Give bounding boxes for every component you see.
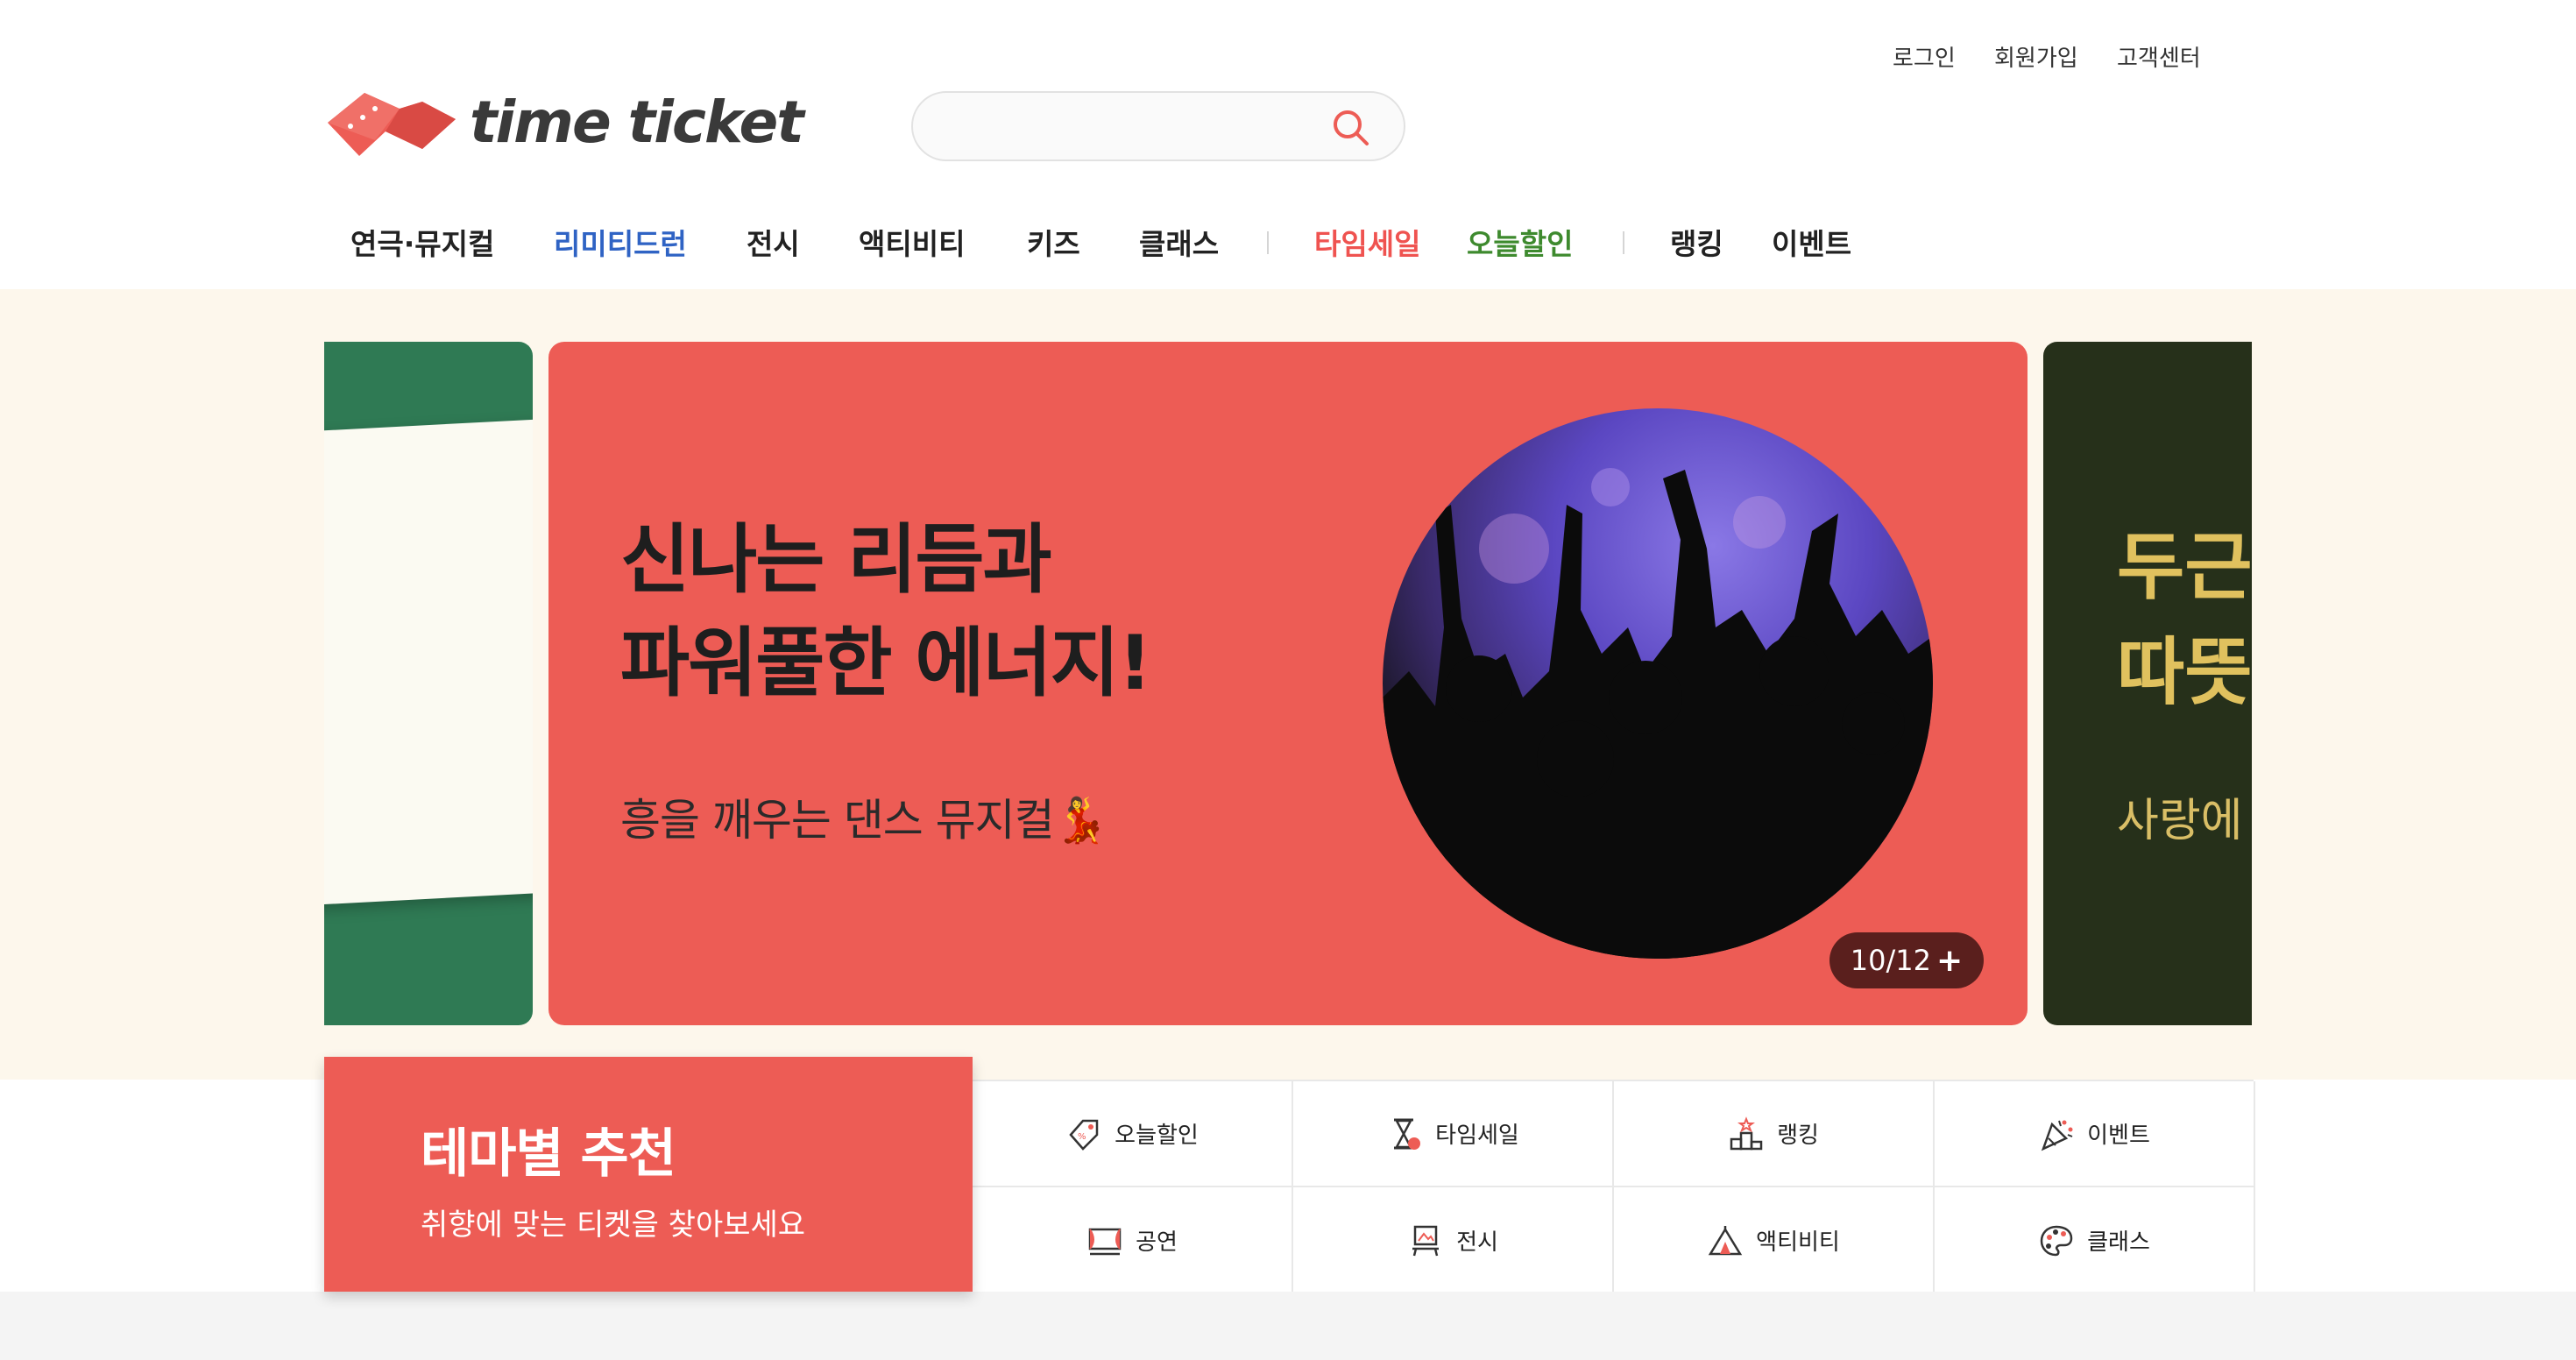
ticket-logo-icon: [328, 93, 456, 156]
search-input[interactable]: [939, 105, 1307, 147]
next-slide-text-3: 사랑에: [2117, 795, 2243, 847]
theme-item-label: 전시: [1456, 1229, 1498, 1256]
banner-slide-previous[interactable]: [324, 342, 533, 1025]
theme-category-grid: % 오늘할인 타임세일 랭킹 이벤트 공연 전시 액티비티 클래스: [973, 1080, 2255, 1293]
theme-item-label: 오늘할인: [1115, 1123, 1199, 1149]
slide-counter-button[interactable]: 10/12 +: [1829, 932, 1984, 988]
nav-item-event[interactable]: 이벤트: [1772, 221, 1851, 263]
exhibition-easel-icon: [1412, 1225, 1440, 1256]
site-logo[interactable]: time ticket: [324, 88, 804, 159]
crowd-silhouette-image: [1383, 468, 1933, 959]
nav-item-time-sale[interactable]: 타임세일: [1314, 221, 1420, 263]
theme-item-exhibition[interactable]: 전시: [1293, 1187, 1614, 1293]
nav-item-limited-run[interactable]: 리미티드런: [554, 221, 687, 263]
theater-stage-icon: [1088, 1228, 1122, 1255]
nav-item-class[interactable]: 클래스: [1139, 221, 1219, 263]
tent-icon: [1708, 1225, 1743, 1255]
theme-recommendation-card[interactable]: 테마별 추천 취향에 맞는 티켓을 찾아보세요: [324, 1057, 973, 1292]
theme-item-today-discount[interactable]: % 오늘할인: [973, 1081, 1293, 1187]
next-slide-text-1: 두근: [2117, 524, 2252, 610]
theme-item-performance[interactable]: 공연: [973, 1187, 1293, 1293]
customer-center-link[interactable]: 고객센터: [2117, 40, 2222, 73]
svg-text:%: %: [1078, 1132, 1086, 1142]
theme-item-label: 이벤트: [2087, 1123, 2150, 1149]
banner-slide-current[interactable]: 신나는 리듬과 파워풀한 에너지! 흥을 깨우는 댄스 뮤지컬💃 10/12 +: [548, 342, 2028, 1025]
banner-subtitle: 흥을 깨우는 댄스 뮤지컬💃: [620, 795, 1108, 846]
plus-icon: +: [1936, 942, 1964, 979]
nav-item-today-discount[interactable]: 오늘할인: [1467, 221, 1573, 263]
party-popper-icon: [2041, 1120, 2073, 1151]
logo-wordmark: time ticket: [470, 88, 804, 156]
next-slide-text-2: 따뜻: [2117, 629, 2252, 715]
theme-item-class[interactable]: 클래스: [1935, 1187, 2255, 1293]
discount-tag-icon: %: [1069, 1119, 1099, 1151]
hourglass-icon: [1394, 1118, 1421, 1150]
banner-headline-line1: 신나는 리듬과: [620, 516, 1052, 604]
banner-headline-line2: 파워풀한 에너지!: [620, 620, 1152, 707]
search-bar: [911, 91, 1405, 161]
banner-concert-image: [1383, 408, 1933, 959]
theme-item-activity[interactable]: 액티비티: [1614, 1187, 1935, 1293]
theme-item-ranking[interactable]: 랭킹: [1614, 1081, 1935, 1187]
theme-subtitle: 취향에 맞는 티켓을 찾아보세요: [421, 1208, 806, 1243]
nav-divider: [1267, 231, 1269, 254]
nav-item-kids[interactable]: 키즈: [1027, 221, 1080, 263]
slide-counter: 10/12: [1850, 944, 1932, 977]
theme-item-label: 액티비티: [1756, 1229, 1840, 1256]
theme-item-label: 공연: [1136, 1229, 1178, 1256]
nav-item-ranking[interactable]: 랭킹: [1670, 221, 1723, 263]
banner-slide-next[interactable]: 두근 따뜻 사랑에: [2043, 342, 2252, 1025]
theme-title: 테마별 추천: [421, 1123, 676, 1185]
signup-link[interactable]: 회원가입: [1994, 40, 2117, 73]
nav-divider: [1623, 231, 1624, 254]
theme-item-label: 랭킹: [1777, 1123, 1819, 1149]
theme-item-label: 클래스: [2087, 1229, 2150, 1256]
section-divider-band: [0, 1292, 2576, 1360]
slide-paper-graphic: [324, 418, 533, 907]
nav-item-activity[interactable]: 액티비티: [859, 221, 965, 263]
banner-headline: 신나는 리듬과 파워풀한 에너지!: [620, 508, 1152, 715]
top-utility-links: 로그인 회원가입 고객센터: [1893, 40, 2222, 73]
theme-item-event[interactable]: 이벤트: [1935, 1081, 2255, 1187]
nav-item-theater-musical[interactable]: 연극·뮤지컬: [350, 221, 494, 263]
theme-item-label: 타임세일: [1435, 1123, 1519, 1149]
search-icon[interactable]: [1330, 107, 1372, 149]
login-link[interactable]: 로그인: [1893, 40, 1994, 73]
nav-item-exhibition[interactable]: 전시: [747, 221, 800, 263]
theme-item-time-sale[interactable]: 타임세일: [1293, 1081, 1614, 1187]
podium-icon: [1730, 1116, 1763, 1150]
palette-icon: [2040, 1225, 2073, 1256]
